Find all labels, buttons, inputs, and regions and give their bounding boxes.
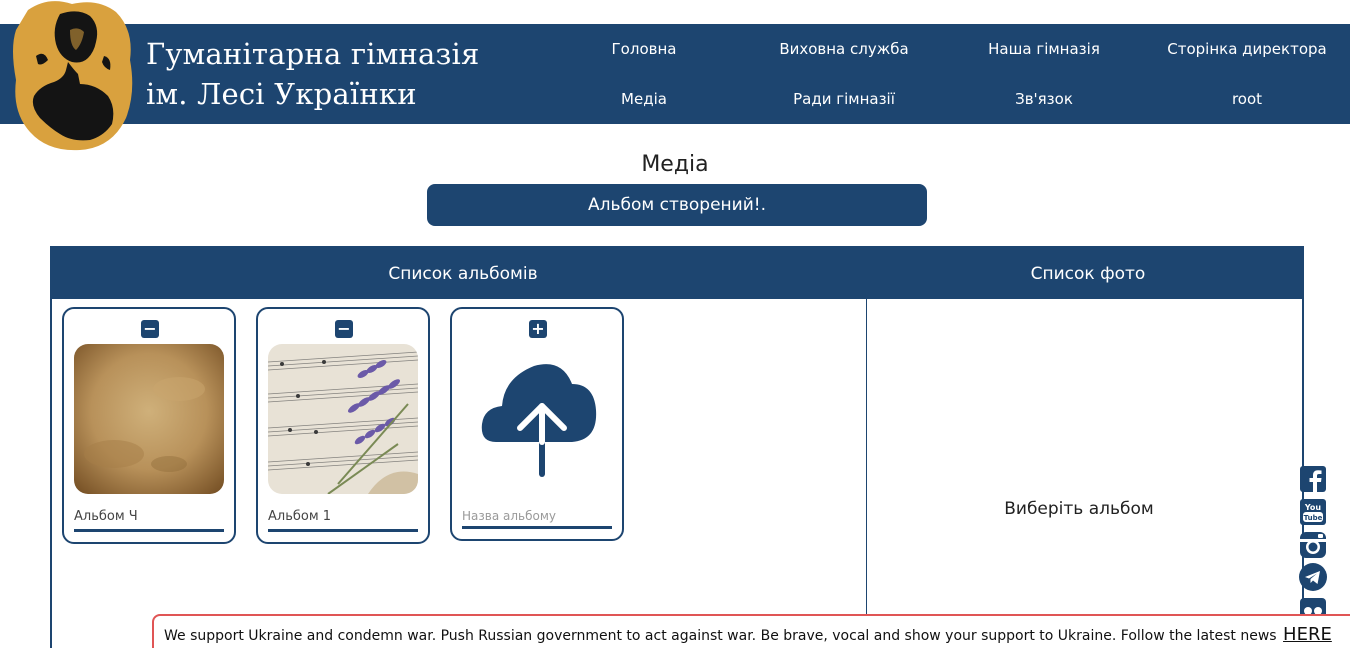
telegram-icon[interactable] (1298, 562, 1328, 592)
media-panel: Список альбомів Список фото Виберіть аль… (50, 246, 1304, 648)
album-label: Альбом 1 (268, 509, 332, 524)
album-card[interactable]: − Альбом Ч (62, 307, 236, 544)
success-alert: Альбом створений!. (427, 184, 927, 226)
albums-header: Список альбомів (388, 263, 538, 284)
instagram-icon[interactable] (1298, 530, 1328, 560)
support-ukraine-banner: We support Ukraine and condemn war. Push… (152, 614, 1350, 648)
nav-item-councils[interactable]: Ради гімназії (744, 74, 944, 124)
album-label: Альбом Ч (74, 509, 138, 524)
youtube-icon[interactable]: You Tube (1298, 497, 1328, 527)
album-thumbnail[interactable] (268, 344, 418, 494)
nav-item-root[interactable]: root (1144, 74, 1350, 124)
photos-header: Список фото (1030, 263, 1146, 284)
nav-item-media[interactable]: Медіа (544, 74, 744, 124)
new-album-card: + (450, 307, 624, 541)
album-card[interactable]: − Альбом 1 (256, 307, 430, 544)
svg-text:You: You (1304, 503, 1322, 512)
page-title: Медіа (641, 152, 709, 177)
album-thumbnail[interactable] (74, 344, 224, 494)
site-title-line2: ім. Лесі Українки (146, 77, 417, 111)
minus-icon[interactable]: − (335, 320, 353, 338)
main-nav: Головна Виховна служба Наша гімназія Сто… (544, 24, 1350, 124)
panel-divider (866, 299, 867, 648)
site-title-line1: Гуманітарна гімназія (146, 37, 480, 71)
cloud-upload-icon[interactable] (462, 344, 612, 494)
plus-icon[interactable]: + (529, 320, 547, 338)
banner-text: We support Ukraine and condemn war. Push… (164, 628, 1277, 644)
nav-item-our-gymnasium[interactable]: Наша гімназія (944, 24, 1144, 74)
nav-item-educational-service[interactable]: Виховна служба (744, 24, 944, 74)
svg-text:Tube: Tube (1304, 514, 1323, 522)
nav-item-home[interactable]: Головна (544, 24, 744, 74)
minus-icon[interactable]: − (141, 320, 159, 338)
album-underline (74, 529, 224, 532)
banner-link[interactable]: HERE (1283, 624, 1332, 645)
facebook-icon[interactable] (1298, 464, 1328, 494)
school-logo[interactable] (8, 0, 136, 152)
album-underline (268, 529, 418, 532)
photos-empty-message: Виберіть альбом (1004, 499, 1154, 519)
album-name-input[interactable] (462, 505, 612, 529)
nav-item-director-page[interactable]: Сторінка директора (1144, 24, 1350, 74)
panel-header: Список альбомів Список фото (52, 248, 1302, 299)
nav-item-contact[interactable]: Зв'язок (944, 74, 1144, 124)
site-title[interactable]: Гуманітарна гімназія ім. Лесі Українки (146, 34, 479, 114)
